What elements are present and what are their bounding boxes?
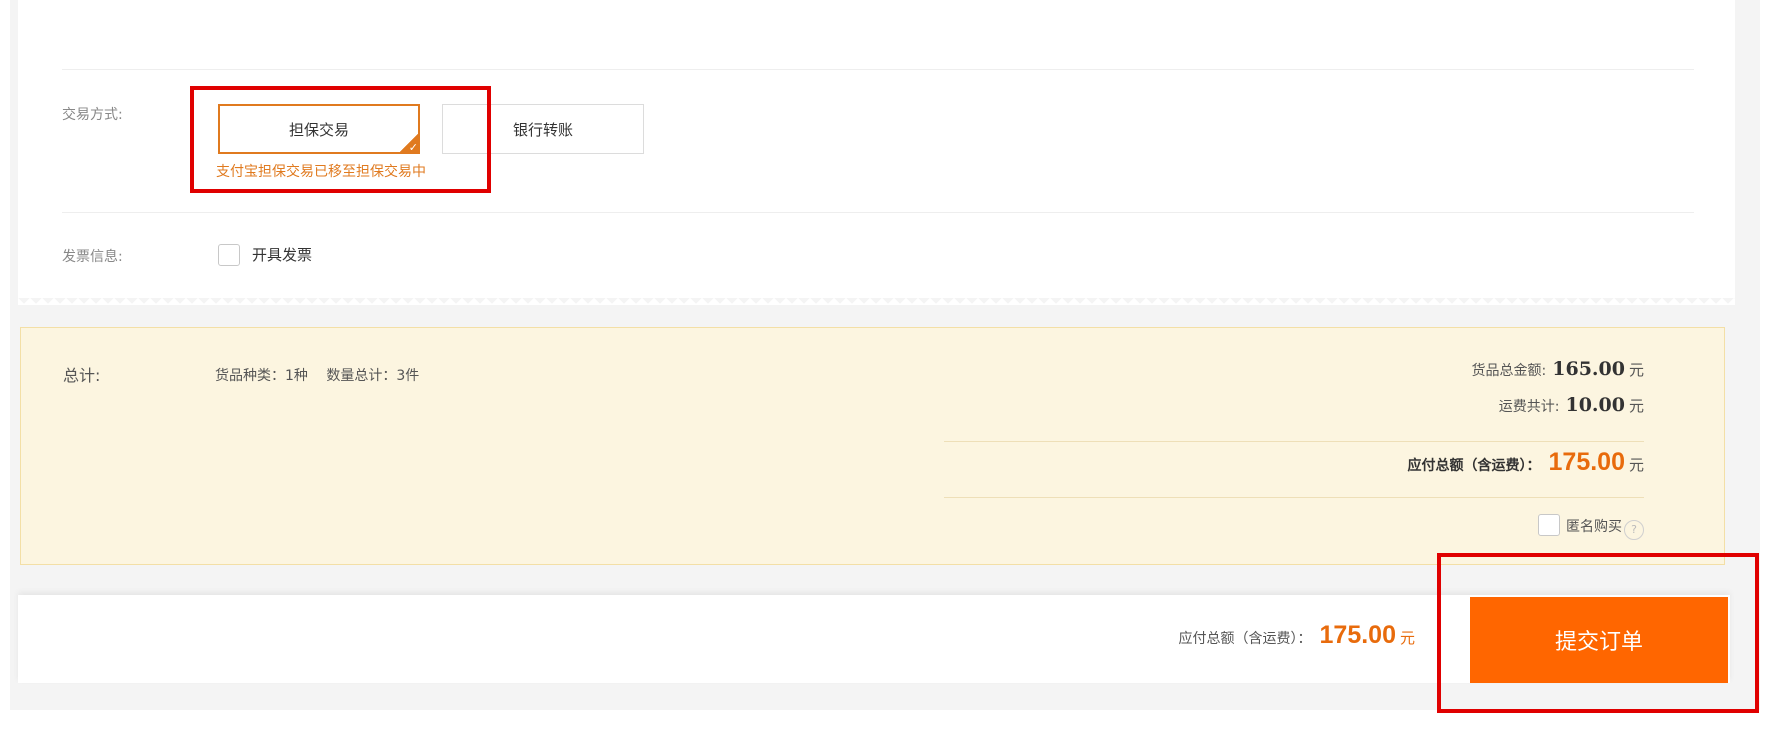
order-summary: 总计: 货品种类：1种 数量总计：3件 货品总金额: 165.00 元 运费共计… <box>20 327 1725 565</box>
goods-total-value: 165.00 <box>1552 358 1625 380</box>
checkout-payable-label: 应付总额（含运费）： <box>1178 631 1312 647</box>
product-types-count: 货品种类：1种 <box>215 368 308 384</box>
summary-divider <box>944 441 1644 442</box>
checkout-payable-currency: 元 <box>1399 629 1415 647</box>
payment-option-bank-transfer-label: 银行转账 <box>512 120 573 139</box>
payable-currency: 元 <box>1628 456 1644 474</box>
payable-label: 应付总额（含运费）： <box>1407 458 1541 474</box>
highlight-box-submit <box>1437 553 1759 713</box>
highlight-box-payment <box>190 86 491 193</box>
invoice-label: 发票信息: <box>62 249 123 265</box>
payment-method-label: 交易方式: <box>62 107 123 123</box>
shipping-label: 运费共计: <box>1498 399 1560 415</box>
anonymous-checkbox[interactable] <box>1538 514 1560 536</box>
checkout-payable-line: 应付总额（含运费）： 175.00 元 <box>1179 621 1415 650</box>
goods-total-label: 货品总金额: <box>1471 363 1547 379</box>
anonymous-line: 匿名购买 ? <box>1538 509 1644 540</box>
payment-divider <box>62 212 1694 213</box>
help-icon[interactable]: ? <box>1624 519 1644 540</box>
checkout-payable-value: 175.00 <box>1319 621 1396 649</box>
top-divider <box>62 69 1694 70</box>
payable-line: 应付总额（含运费）： 175.00 元 <box>1408 448 1644 477</box>
total-quantity-count: 数量总计：3件 <box>326 368 420 384</box>
goods-total-currency: 元 <box>1628 361 1644 379</box>
invoice-checkbox-label[interactable]: 开具发票 <box>252 244 312 265</box>
summary-counts: 货品种类：1种 数量总计：3件 <box>215 365 433 385</box>
shipping-line: 运费共计: 10.00 元 <box>1499 394 1644 416</box>
summary-divider-2 <box>944 497 1644 498</box>
goods-total-line: 货品总金额: 165.00 元 <box>1472 358 1644 380</box>
card-zigzag-edge <box>18 298 1735 310</box>
payable-value: 175.00 <box>1548 448 1625 476</box>
shipping-value: 10.00 <box>1565 394 1625 416</box>
shipping-currency: 元 <box>1628 397 1644 415</box>
summary-label: 总计: <box>63 366 101 385</box>
invoice-checkbox[interactable] <box>218 244 240 266</box>
anonymous-label[interactable]: 匿名购买 <box>1566 516 1622 536</box>
